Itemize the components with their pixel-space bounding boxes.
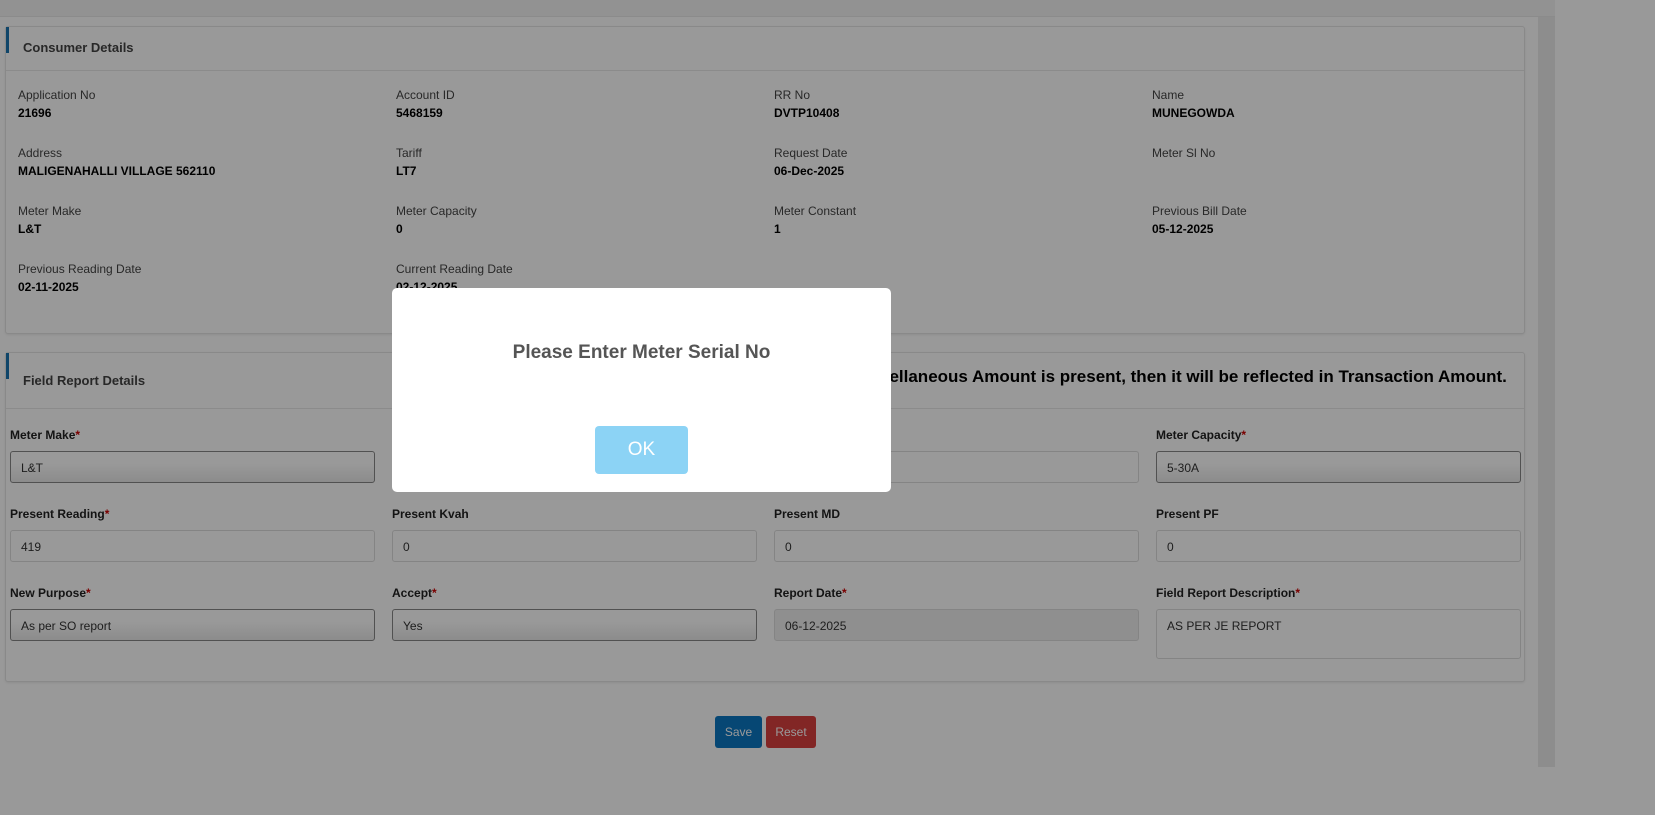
ok-button[interactable]: OK (595, 426, 688, 474)
alert-dialog: Please Enter Meter Serial No OK (392, 288, 891, 492)
alert-message: Please Enter Meter Serial No (512, 342, 771, 363)
